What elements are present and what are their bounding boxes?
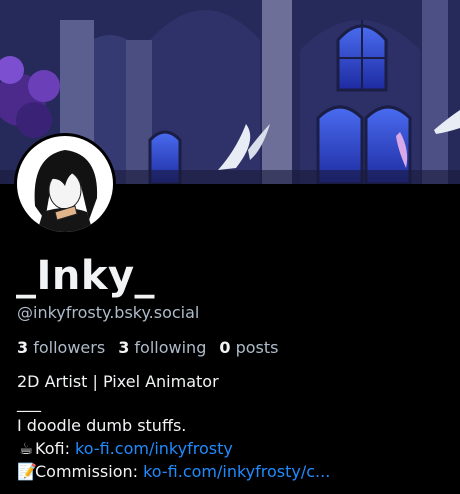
coffee-icon: ☕ (18, 439, 34, 458)
following-link[interactable]: 3 following (118, 338, 206, 357)
commission-link[interactable]: ko-fi.com/inkyfrosty/c... (143, 462, 330, 481)
bio-line-commission: 📝Commission: ko-fi.com/inkyfrosty/c... (17, 460, 330, 483)
bio-line-title: 2D Artist | Pixel Animator (17, 372, 219, 391)
kofi-link[interactable]: ko-fi.com/inkyfrosty (75, 439, 233, 458)
posts-count: 0 (219, 338, 231, 357)
bio-line-kofi: ☕ Kofi: ko-fi.com/inkyfrosty (17, 437, 330, 460)
bio-line-about: I doodle dumb stuffs. (17, 416, 187, 435)
profile-bio: 2D Artist | Pixel Animator ___ I doodle … (17, 370, 330, 483)
display-name: _Inky_ (16, 253, 156, 299)
avatar[interactable] (14, 133, 116, 235)
bio-divider: ___ (17, 393, 41, 412)
following-count: 3 (118, 338, 130, 357)
commission-label: Commission: (35, 462, 144, 481)
memo-icon: 📝 (17, 462, 37, 481)
followers-label: followers (33, 338, 106, 357)
posts-label: posts (235, 338, 279, 357)
following-label: following (134, 338, 207, 357)
profile-stats: 3 followers 3 following 0 posts (17, 338, 278, 358)
profile-handle: @inkyfrosty.bsky.social (17, 303, 200, 322)
posts-stat: 0 posts (219, 338, 278, 357)
followers-link[interactable]: 3 followers (17, 338, 105, 357)
avatar-image (17, 136, 113, 232)
kofi-label: Kofi: (35, 439, 76, 458)
followers-count: 3 (17, 338, 29, 357)
